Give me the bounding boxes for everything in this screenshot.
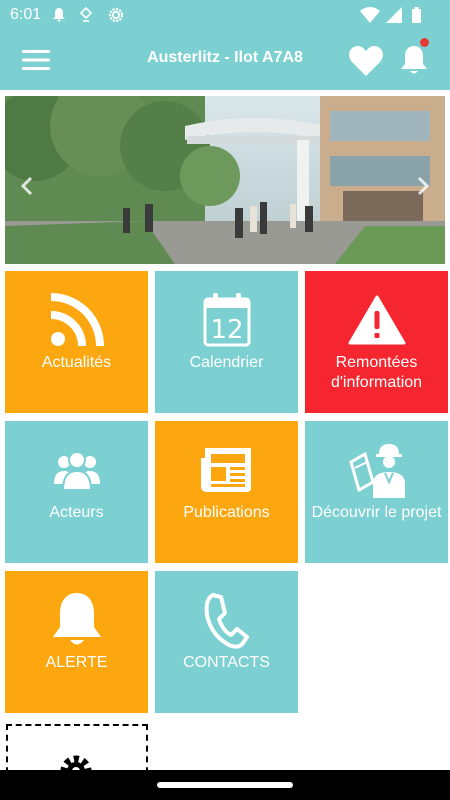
tile-acteurs[interactable]: Acteurs (5, 421, 148, 563)
settings-gear-icon (108, 7, 124, 23)
engineer-icon (348, 444, 405, 498)
rss-icon (50, 293, 104, 347)
status-notification-icons (53, 7, 124, 23)
tile-label: CONTACTS (183, 654, 270, 671)
system-nav-bar (0, 770, 450, 800)
tile-label: Découvrir le projet (311, 504, 442, 521)
location-icon (79, 7, 93, 22)
warning-icon (348, 295, 405, 345)
status-system-icons (360, 7, 421, 23)
calendar-day: 12 (210, 315, 243, 345)
tile-remontees-information[interactable]: Remontées d'information (305, 271, 448, 413)
tile-alerte[interactable]: ALERTE (5, 571, 148, 713)
notification-bell-icon (53, 8, 65, 22)
tile-label: Publications (183, 504, 270, 521)
tile-label: Acteurs (49, 504, 104, 521)
banner-carousel[interactable] (5, 96, 445, 264)
people-icon (53, 451, 100, 490)
bell-icon (52, 593, 101, 645)
tile-decouvrir-projet[interactable]: Découvrir le projet (305, 421, 448, 563)
newspaper-icon (200, 448, 251, 492)
status-time: 6:01 (10, 6, 42, 23)
wifi-icon (360, 7, 380, 23)
tile-label: ALERTE (45, 654, 108, 671)
status-bar: 6:01 (0, 0, 450, 30)
heart-icon[interactable] (348, 45, 384, 77)
tile-publications[interactable]: Publications (155, 421, 298, 563)
calendar-icon: 12 (203, 293, 250, 347)
tile-contacts[interactable]: CONTACTS (155, 571, 298, 713)
battery-icon (412, 7, 421, 23)
tile-actualites[interactable]: Actualités (5, 271, 148, 413)
phone-icon (204, 593, 249, 649)
home-handle[interactable] (157, 782, 293, 788)
signal-icon (386, 7, 402, 23)
bell-icon[interactable] (399, 44, 429, 76)
tile-label: Remontées d'information (330, 354, 423, 391)
tile-label: Calendrier (189, 354, 264, 371)
tile-label: Actualités (41, 354, 112, 371)
app-bar: Austerlitz - Ilot A7A8 (0, 30, 450, 90)
banner-image (5, 96, 445, 264)
notification-dot (420, 38, 429, 47)
tile-calendrier[interactable]: 12 Calendrier (155, 271, 298, 413)
menu-icon[interactable] (22, 49, 50, 71)
